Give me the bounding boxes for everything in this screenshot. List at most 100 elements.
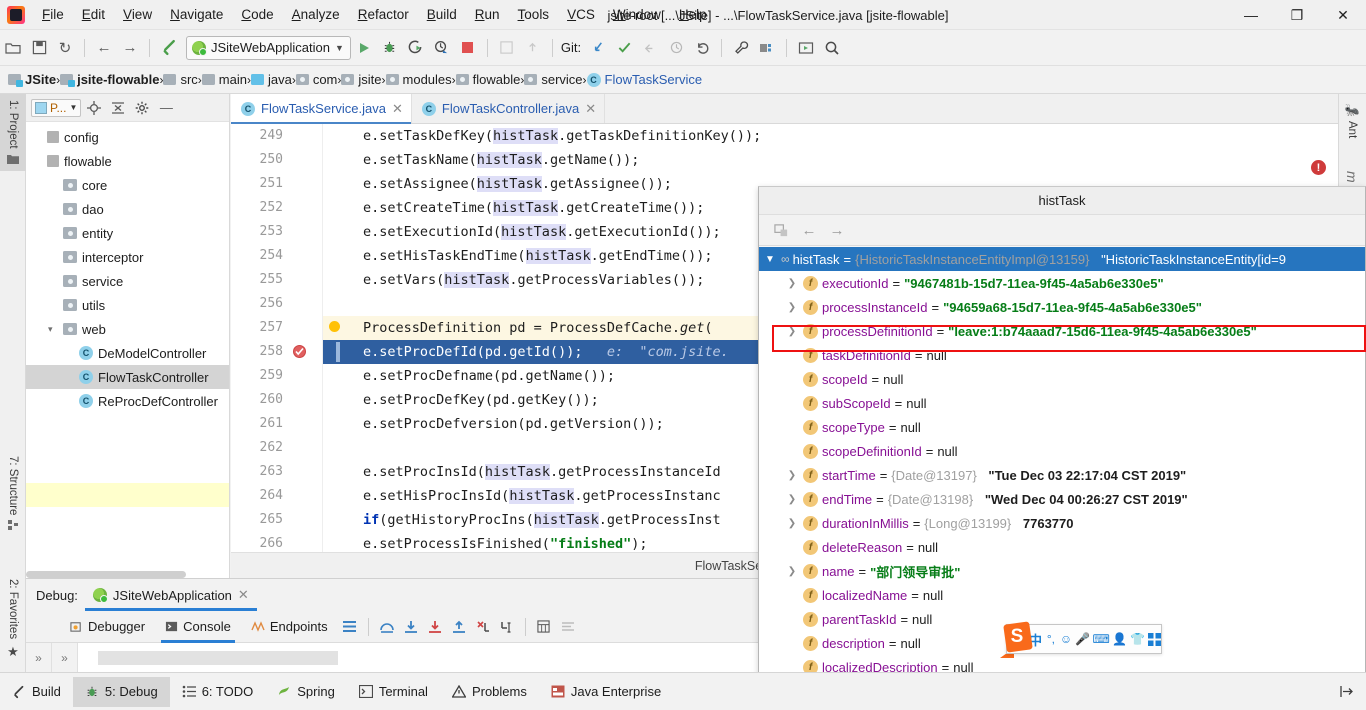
status-item-6-todo[interactable]: 6: TODO bbox=[170, 677, 266, 707]
project-horizontal-scrollbar[interactable] bbox=[26, 571, 186, 578]
expand-left-chevron[interactable]: » bbox=[26, 643, 52, 673]
chevron-right-icon[interactable]: ❯ bbox=[785, 302, 799, 313]
sogou-logo-icon[interactable]: S bbox=[1004, 622, 1030, 652]
settings-wrench-icon[interactable] bbox=[728, 35, 754, 61]
tab-console[interactable]: Console bbox=[155, 611, 241, 643]
tree-item-core[interactable]: core bbox=[26, 173, 229, 197]
minimize-button[interactable]: — bbox=[1228, 0, 1274, 30]
code-line[interactable]: e.setProcDefKey(pd.getKey()); bbox=[323, 388, 599, 412]
layout-icon[interactable] bbox=[338, 616, 362, 638]
variable-row-deleteReason[interactable]: f deleteReason = null bbox=[759, 535, 1365, 559]
update-project-icon[interactable] bbox=[494, 35, 520, 61]
breadcrumb-item-com[interactable]: com bbox=[295, 72, 337, 87]
breadcrumb-item-flowable[interactable]: flowable bbox=[455, 72, 520, 87]
tree-item-dao[interactable]: dao bbox=[26, 197, 229, 221]
breadcrumb-item-java[interactable]: java bbox=[250, 72, 292, 87]
code-line[interactable]: e.setProcDefId(pd.getId()); e: "com.jsit… bbox=[323, 340, 729, 364]
code-line[interactable]: e.setVars(histTask.getProcessVariables()… bbox=[323, 268, 704, 292]
variable-row-subScopeId[interactable]: f subScopeId = null bbox=[759, 391, 1365, 415]
back-arrow-icon[interactable]: ← bbox=[797, 219, 821, 241]
menu-item-view[interactable]: View bbox=[114, 4, 161, 25]
menu-item-navigate[interactable]: Navigate bbox=[161, 4, 232, 25]
git-revert-icon[interactable] bbox=[689, 35, 715, 61]
save-all-icon[interactable] bbox=[26, 35, 52, 61]
menu-item-run[interactable]: Run bbox=[466, 4, 509, 25]
locate-icon[interactable] bbox=[83, 97, 105, 119]
microphone-icon[interactable]: 🎤 bbox=[1075, 631, 1090, 647]
code-line[interactable]: e.setProcInsId(histTask.getProcessInstan… bbox=[323, 460, 721, 484]
drop-frame-icon[interactable] bbox=[471, 616, 495, 638]
tab-debugger[interactable]: Debugger bbox=[60, 611, 155, 643]
sidebar-item-ant[interactable]: 🐜 Ant bbox=[1338, 98, 1366, 143]
variable-row-taskDefinitionId[interactable]: f taskDefinitionId = null bbox=[759, 343, 1365, 367]
run-configuration-selector[interactable]: JSiteWebApplication ▼ bbox=[186, 35, 351, 60]
variable-row-name[interactable]: ❯ f name = "部门领导审批" bbox=[759, 559, 1365, 583]
menu-item-edit[interactable]: Edit bbox=[73, 4, 114, 25]
run-with-coverage-icon[interactable] bbox=[403, 35, 429, 61]
close-icon[interactable]: ✕ bbox=[585, 101, 596, 117]
menu-item-tools[interactable]: Tools bbox=[509, 4, 559, 25]
variable-row-endTime[interactable]: ❯ f endTime = {Date@13198} "Wed Dec 04 00:… bbox=[759, 487, 1365, 511]
breakpoint-icon[interactable] bbox=[293, 345, 306, 358]
build-hammer-icon[interactable] bbox=[156, 35, 182, 61]
menu-item-vcs[interactable]: VCS bbox=[558, 4, 604, 25]
mute-breakpoints-icon[interactable] bbox=[556, 616, 580, 638]
tree-item-web[interactable]: ▾ web bbox=[26, 317, 229, 341]
sidebar-item-maven[interactable]: m bbox=[1338, 166, 1366, 188]
variable-row-processDefinitionId[interactable]: ❯ f processDefinitionId = "leave:1:b74aaad… bbox=[759, 319, 1365, 343]
commit-icon[interactable] bbox=[520, 35, 546, 61]
menu-item-build[interactable]: Build bbox=[418, 4, 466, 25]
code-line[interactable]: e.setProcDefname(pd.getName()); bbox=[323, 364, 615, 388]
code-line[interactable]: e.setHisTaskEndTime(histTask.getEndTime(… bbox=[323, 244, 713, 268]
variable-row-durationInMillis[interactable]: ❯ f durationInMillis = {Long@13199} 776377… bbox=[759, 511, 1365, 535]
tab-endpoints[interactable]: Endpoints bbox=[241, 611, 338, 643]
sidebar-item-structure[interactable]: 7: Structure bbox=[0, 450, 26, 537]
breadcrumb-item-modules[interactable]: modules bbox=[385, 72, 452, 87]
expand-arrow-icon[interactable]: ▾ bbox=[48, 324, 58, 335]
user-icon[interactable]: 👤 bbox=[1112, 631, 1127, 647]
variable-row-executionId[interactable]: ❯ f executionId = "9467481b-15d7-11ea-9f45… bbox=[759, 271, 1365, 295]
status-item-terminal[interactable]: Terminal bbox=[347, 677, 440, 707]
tree-item-interceptor[interactable]: interceptor bbox=[26, 245, 229, 269]
variable-row-scopeId[interactable]: f scopeId = null bbox=[759, 367, 1365, 391]
code-line[interactable]: e.setHisProcInsId(histTask.getProcessIns… bbox=[323, 484, 721, 508]
menu-item-refactor[interactable]: Refactor bbox=[349, 4, 418, 25]
code-line[interactable]: e.setTaskName(histTask.getName()); bbox=[323, 148, 639, 172]
sidebar-item-project[interactable]: 1: Project bbox=[0, 94, 26, 171]
emoji-icon[interactable]: ☺ bbox=[1060, 631, 1072, 647]
step-over-icon[interactable] bbox=[375, 616, 399, 638]
chevron-right-icon[interactable]: ❯ bbox=[785, 494, 799, 505]
editor-tab-flowtaskservice[interactable]: C FlowTaskService.java ✕ bbox=[231, 94, 412, 124]
status-item-spring[interactable]: Spring bbox=[265, 677, 347, 707]
menu-item-analyze[interactable]: Analyze bbox=[283, 4, 349, 25]
code-line[interactable]: e.setExecutionId(histTask.getExecutionId… bbox=[323, 220, 721, 244]
status-item-build[interactable]: Build bbox=[0, 677, 73, 707]
close-icon[interactable]: ✕ bbox=[392, 101, 403, 117]
chevron-right-icon[interactable]: ❯ bbox=[785, 470, 799, 481]
sidebar-item-favorites[interactable]: 2: Favorites ★ bbox=[0, 573, 26, 666]
back-arrow-icon[interactable]: ← bbox=[91, 35, 117, 61]
profile-icon[interactable] bbox=[429, 35, 455, 61]
menu-item-help[interactable]: Help bbox=[670, 4, 716, 25]
hide-icon[interactable]: — bbox=[155, 97, 177, 119]
run-anything-icon[interactable] bbox=[793, 35, 819, 61]
breadcrumb-item-flowtaskservice[interactable]: C FlowTaskService bbox=[586, 72, 702, 87]
variable-row-localizedName[interactable]: f localizedName = null bbox=[759, 583, 1365, 607]
tree-item-service[interactable]: service bbox=[26, 269, 229, 293]
project-view-selector[interactable]: P... ▼ bbox=[31, 98, 82, 117]
run-icon[interactable] bbox=[351, 35, 377, 61]
debug-session-tab[interactable]: JSiteWebApplication ✕ bbox=[84, 579, 257, 611]
variable-row-processInstanceId[interactable]: ❯ f processInstanceId = "94659a68-15d7-11e… bbox=[759, 295, 1365, 319]
open-folder-icon[interactable] bbox=[0, 35, 26, 61]
copy-value-icon[interactable] bbox=[769, 219, 793, 241]
code-line[interactable]: e.setAssignee(histTask.getAssignee()); bbox=[323, 172, 672, 196]
force-step-into-icon[interactable] bbox=[423, 616, 447, 638]
code-line[interactable]: e.setProcessIsFinished("finished"); bbox=[323, 532, 647, 552]
git-commit-check-icon[interactable] bbox=[611, 35, 637, 61]
forward-arrow-icon[interactable]: → bbox=[117, 35, 143, 61]
breadcrumb-item-src[interactable]: src bbox=[163, 72, 198, 87]
evaluate-icon[interactable] bbox=[532, 616, 556, 638]
collapse-all-icon[interactable] bbox=[107, 97, 129, 119]
chevron-right-icon[interactable]: ❯ bbox=[785, 518, 799, 529]
variable-row-startTime[interactable]: ❯ f startTime = {Date@13197} "Tue Dec 03 2… bbox=[759, 463, 1365, 487]
